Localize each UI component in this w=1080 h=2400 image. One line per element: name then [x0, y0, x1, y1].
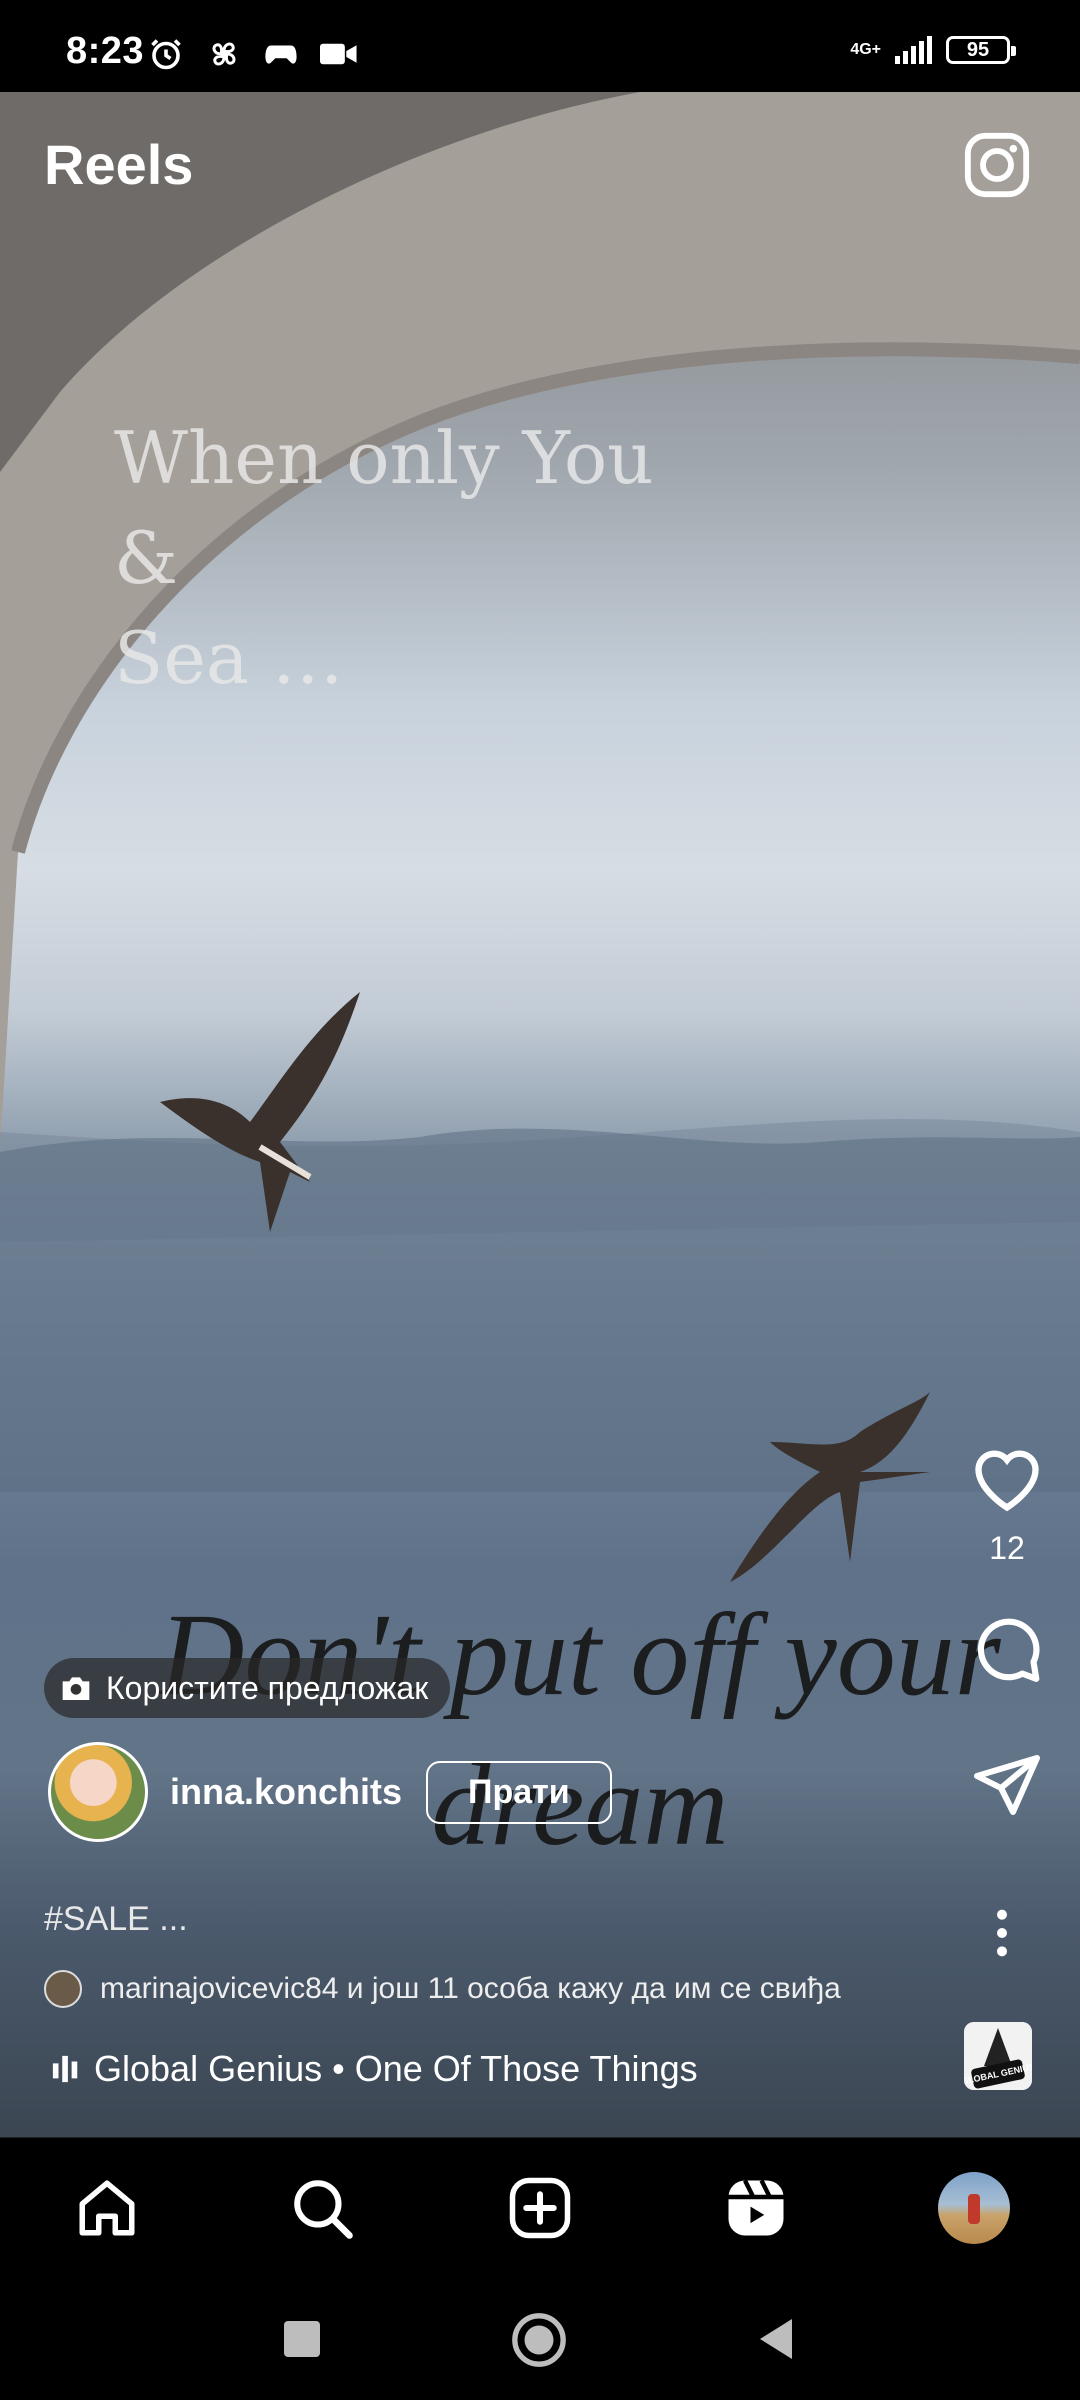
follow-button[interactable]: Прати [426, 1760, 612, 1824]
liker-avatar [44, 1970, 82, 2008]
page-title: Reels [44, 133, 194, 196]
music-title: Global Genius • One Of Those Things [94, 2048, 698, 2089]
video-camera-icon [320, 43, 357, 65]
author-row: inna.konchits Прати [48, 1742, 612, 1842]
nav-profile[interactable] [934, 2168, 1014, 2248]
like-count: 12 [989, 1530, 1025, 1566]
status-bar: 8:23 4G+ 95 [0, 0, 1080, 92]
status-right: 4G+ 95 [850, 36, 1016, 64]
audio-album-art[interactable]: GLOBAL GENIUS [964, 2022, 1032, 2090]
swallow-bird [160, 992, 360, 1232]
like-action[interactable]: 12 [969, 1444, 1045, 1567]
network-type: 4G+ [850, 41, 881, 58]
global-genius-logo: GLOBAL GENIUS [964, 2022, 1032, 2090]
author-avatar[interactable] [48, 1742, 148, 1842]
battery-icon: 95 [946, 36, 1016, 64]
caption[interactable]: #SALE ... [44, 1900, 188, 1939]
share-action[interactable] [971, 1749, 1043, 1821]
home-icon[interactable] [74, 2175, 140, 2241]
battery-level: 95 [966, 38, 990, 61]
nav-search[interactable] [282, 2168, 362, 2248]
overlay-text-top: When only You & Sea … [114, 416, 654, 700]
nav-create[interactable] [500, 2168, 580, 2248]
gamepad-icon [265, 45, 297, 64]
liked-by-text: marinajovicevic84 и још 11 особа кажу да… [100, 1972, 841, 2005]
status-time: 8:23 [66, 30, 145, 72]
music-info[interactable]: Global Genius • One Of Those Things [52, 2048, 698, 2090]
status-notification-icons [148, 36, 358, 72]
reels-icon[interactable] [723, 2175, 789, 2241]
camera-icon[interactable] [962, 130, 1032, 200]
profile-avatar[interactable] [938, 2172, 1010, 2244]
fan-icon [212, 42, 236, 66]
stone-arch [0, 92, 1080, 1492]
send-icon[interactable] [971, 1749, 1043, 1821]
author-username[interactable]: inna.konchits [170, 1771, 402, 1813]
more-options-icon[interactable] [982, 1908, 1022, 1958]
swallow-bird [730, 1392, 930, 1582]
plus-square-icon[interactable] [507, 2175, 573, 2241]
action-column: 12 [962, 1444, 1052, 1855]
recents-icon[interactable] [282, 2319, 322, 2359]
comment-icon[interactable] [970, 1611, 1044, 1685]
home-circle-icon[interactable] [510, 2311, 568, 2369]
audio-bars-icon [52, 2055, 78, 2083]
comment-action[interactable] [970, 1611, 1044, 1685]
back-icon[interactable] [756, 2317, 796, 2361]
heart-icon[interactable] [969, 1444, 1045, 1514]
template-label: Користите предложак [106, 1669, 429, 1706]
camera-small-icon [62, 1677, 90, 1700]
signal-icon [895, 36, 932, 64]
system-navigation [0, 2277, 1080, 2400]
use-template-button[interactable]: Користите предложак [44, 1658, 451, 1718]
nav-home[interactable] [67, 2168, 147, 2248]
nav-reels[interactable] [716, 2168, 796, 2248]
search-icon[interactable] [289, 2175, 355, 2241]
liked-by[interactable]: marinajovicevic84 и још 11 особа кажу да… [44, 1970, 841, 2008]
bottom-navigation [0, 2137, 1080, 2278]
alarm-icon [151, 39, 181, 70]
